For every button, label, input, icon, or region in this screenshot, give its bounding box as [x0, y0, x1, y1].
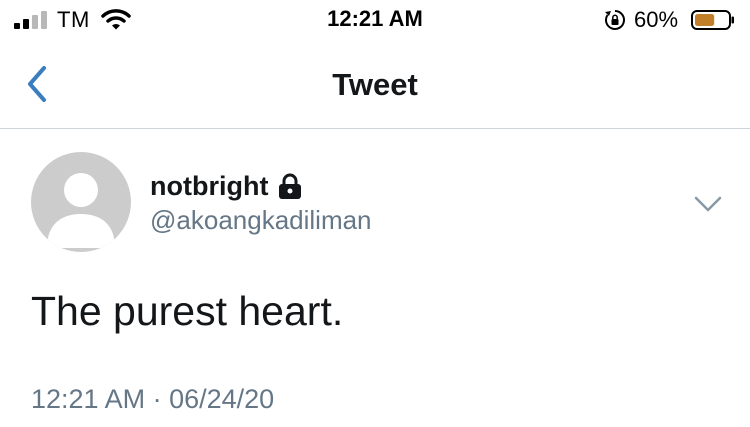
user-handle[interactable]: @akoangkadiliman: [150, 205, 372, 236]
rotation-lock-icon: [605, 10, 625, 30]
chevron-down-icon: [694, 196, 722, 212]
tweet-timestamp: 12:21 AM · 06/24/20: [31, 384, 275, 414]
author-name-row: notbright: [150, 168, 303, 204]
default-avatar-icon: [31, 152, 131, 252]
tweet-text: The purest heart.: [31, 288, 344, 334]
lock-icon: [279, 173, 302, 199]
tweet-menu-button[interactable]: [690, 186, 726, 222]
battery-percent: 60%: [634, 7, 679, 32]
battery-icon: [691, 10, 734, 30]
status-bar: TM 12:21 AM 60%: [0, 0, 750, 40]
display-name[interactable]: notbright: [150, 171, 268, 202]
avatar[interactable]: [31, 152, 131, 252]
nav-bar: Tweet: [0, 40, 750, 129]
page-title: Tweet: [332, 67, 418, 102]
tweet-detail-screen: TM 12:21 AM 60% Tweet notbright @akoangk…: [0, 0, 750, 427]
